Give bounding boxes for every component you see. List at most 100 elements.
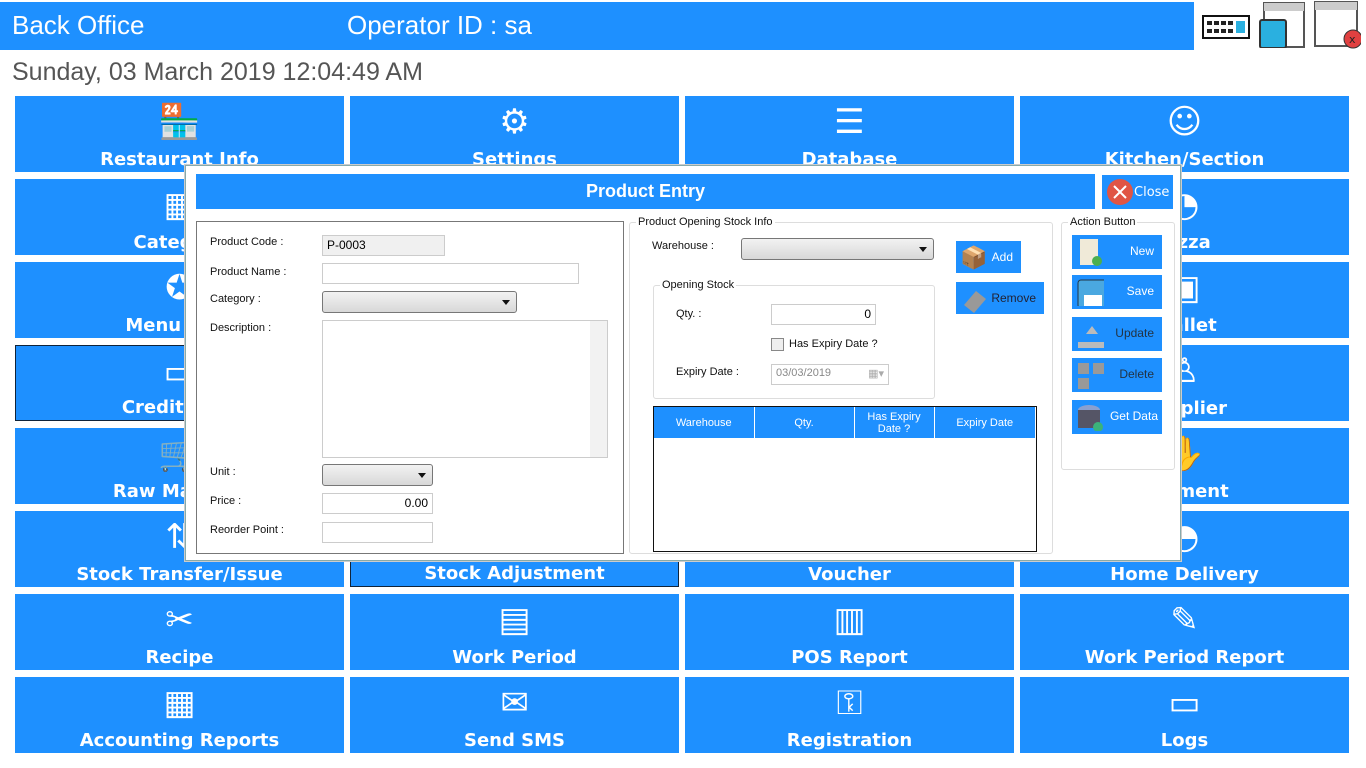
current-datetime: Sunday, 03 March 2019 12:04:49 AM xyxy=(12,58,423,86)
tile-label: Send SMS xyxy=(464,730,565,751)
stock-table: Warehouse Qty. Has Expiry Date ? Expiry … xyxy=(653,406,1037,552)
minimize-window-icon[interactable] xyxy=(1258,2,1306,48)
upload-icon xyxy=(1078,326,1104,348)
dialog-title: Product Entry xyxy=(196,174,1095,209)
key-icon: ⚿ xyxy=(836,683,863,723)
column-warehouse[interactable]: Warehouse xyxy=(654,407,755,438)
product-entry-dialog: Product Entry Close Product Code : P-000… xyxy=(185,165,1181,561)
tile-registration[interactable]: ⚿ Registration xyxy=(685,677,1014,753)
calendar-icon: ▤ xyxy=(498,600,531,640)
eraser-icon xyxy=(964,291,986,313)
tile-work-period-report[interactable]: ✎ Work Period Report xyxy=(1020,594,1349,670)
tile-label: Work Period xyxy=(452,647,577,668)
delete-grid-icon xyxy=(1078,363,1104,389)
group-caption: Action Button xyxy=(1068,216,1138,228)
category-select[interactable] xyxy=(322,291,517,313)
has-expiry-label: Has Expiry Date ? xyxy=(789,338,878,350)
warehouse-label: Warehouse : xyxy=(652,240,714,252)
close-icon xyxy=(1107,179,1133,205)
unit-select[interactable] xyxy=(322,464,433,486)
scrollbar[interactable] xyxy=(590,321,607,457)
add-button[interactable]: 📦 Add xyxy=(956,241,1021,273)
group-caption: Product Opening Stock Info xyxy=(636,216,775,228)
tile-label: Voucher xyxy=(808,564,891,585)
qty-label: Qty. : xyxy=(676,308,702,320)
price-field[interactable]: 0.00 xyxy=(322,493,433,514)
recipe-icon: ✂ xyxy=(165,600,194,640)
laptop-icon: ▭ xyxy=(1168,683,1201,723)
tile-label: Home Delivery xyxy=(1110,564,1259,585)
product-code-field[interactable]: P-0003 xyxy=(322,235,445,256)
column-expiry-date[interactable]: Expiry Date xyxy=(934,407,1036,438)
title-bar: Back Office Operator ID : sa xyxy=(0,2,1194,50)
database-check-icon xyxy=(1078,405,1103,431)
cash-register-icon: ▥ xyxy=(833,600,866,640)
description-label: Description : xyxy=(210,322,272,334)
action-button-group: Action Button New Save Update Delete Get… xyxy=(1061,216,1175,470)
product-form: Product Code : P-0003 Product Name : Cat… xyxy=(196,221,624,554)
tile-accounting-reports[interactable]: ▦ Accounting Reports xyxy=(15,677,344,753)
column-has-expiry[interactable]: Has Expiry Date ? xyxy=(854,407,935,438)
reorder-point-field[interactable] xyxy=(322,522,433,543)
tile-restaurant-info[interactable]: 🏪 Restaurant Info xyxy=(15,96,344,172)
description-textarea[interactable] xyxy=(322,320,608,458)
server-icon: ☰ xyxy=(834,102,865,142)
floppy-disk-icon xyxy=(1077,279,1104,306)
operator-id: Operator ID : sa xyxy=(347,10,532,40)
price-label: Price : xyxy=(210,495,242,507)
delete-button[interactable]: Delete xyxy=(1072,358,1162,392)
tile-pos-report[interactable]: ▥ POS Report xyxy=(685,594,1014,670)
tile-work-period[interactable]: ▤ Work Period xyxy=(350,594,679,670)
tile-label: POS Report xyxy=(791,647,908,668)
product-name-label: Product Name : xyxy=(210,266,287,278)
product-name-field[interactable] xyxy=(322,263,579,284)
reorder-point-label: Reorder Point : xyxy=(210,524,284,536)
app-title: Back Office xyxy=(12,10,145,40)
opening-stock-subgroup: Opening Stock Qty. : 0 Has Expiry Date ?… xyxy=(653,279,935,399)
calendar-icon: ▦▾ xyxy=(868,368,884,380)
close-button[interactable]: Close xyxy=(1102,175,1173,209)
qty-field[interactable]: 0 xyxy=(771,304,876,325)
new-document-icon xyxy=(1080,239,1102,266)
chef-icon: ☺ xyxy=(1166,102,1203,142)
tile-label: Stock Transfer/Issue xyxy=(76,564,283,585)
close-window-icon[interactable]: x xyxy=(1313,1,1361,49)
warehouse-select[interactable] xyxy=(741,238,934,260)
group-caption: Opening Stock xyxy=(660,279,737,291)
tile-label: Registration xyxy=(786,730,913,751)
tile-label: Accounting Reports xyxy=(79,730,280,751)
calculator-icon: ▦ xyxy=(163,683,196,723)
store-icon: 🏪 xyxy=(158,102,201,142)
report-icon: ✎ xyxy=(1170,600,1199,640)
tile-send-sms[interactable]: ✉ Send SMS xyxy=(350,677,679,753)
tile-settings[interactable]: ⚙ Settings xyxy=(350,96,679,172)
category-label: Category : xyxy=(210,293,261,305)
opening-stock-group: Product Opening Stock Info Warehouse : O… xyxy=(629,216,1053,554)
save-button[interactable]: Save xyxy=(1072,275,1162,309)
expiry-date-label: Expiry Date : xyxy=(676,366,739,378)
gear-icon: ⚙ xyxy=(499,102,530,142)
new-button[interactable]: New xyxy=(1072,235,1162,269)
tile-label: Logs xyxy=(1160,730,1209,751)
product-code-label: Product Code : xyxy=(210,236,284,248)
unit-label: Unit : xyxy=(210,466,236,478)
tile-logs[interactable]: ▭ Logs xyxy=(1020,677,1349,753)
tile-kitchen-section[interactable]: ☺ Kitchen/Section xyxy=(1020,96,1349,172)
tile-label: Stock Adjustment xyxy=(424,563,605,584)
svg-text:x: x xyxy=(1349,33,1356,46)
keyboard-icon[interactable] xyxy=(1202,2,1250,48)
get-data-button[interactable]: Get Data xyxy=(1072,400,1162,434)
update-button[interactable]: Update xyxy=(1072,317,1162,351)
tile-database[interactable]: ☰ Database xyxy=(685,96,1014,172)
envelope-icon: ✉ xyxy=(500,683,529,723)
tile-recipe[interactable]: ✂ Recipe xyxy=(15,594,344,670)
remove-button[interactable]: Remove xyxy=(956,282,1044,314)
tile-label: Work Period Report xyxy=(1084,647,1285,668)
has-expiry-checkbox[interactable] xyxy=(771,338,784,351)
expiry-date-value: 03/03/2019 xyxy=(776,367,832,379)
box-add-icon: 📦 xyxy=(960,245,988,270)
column-qty[interactable]: Qty. xyxy=(754,407,855,438)
tile-label: Recipe xyxy=(145,647,214,668)
expiry-date-picker[interactable]: 03/03/2019 ▦▾ xyxy=(771,364,889,385)
table-header-row: Warehouse Qty. Has Expiry Date ? Expiry … xyxy=(654,407,1036,438)
